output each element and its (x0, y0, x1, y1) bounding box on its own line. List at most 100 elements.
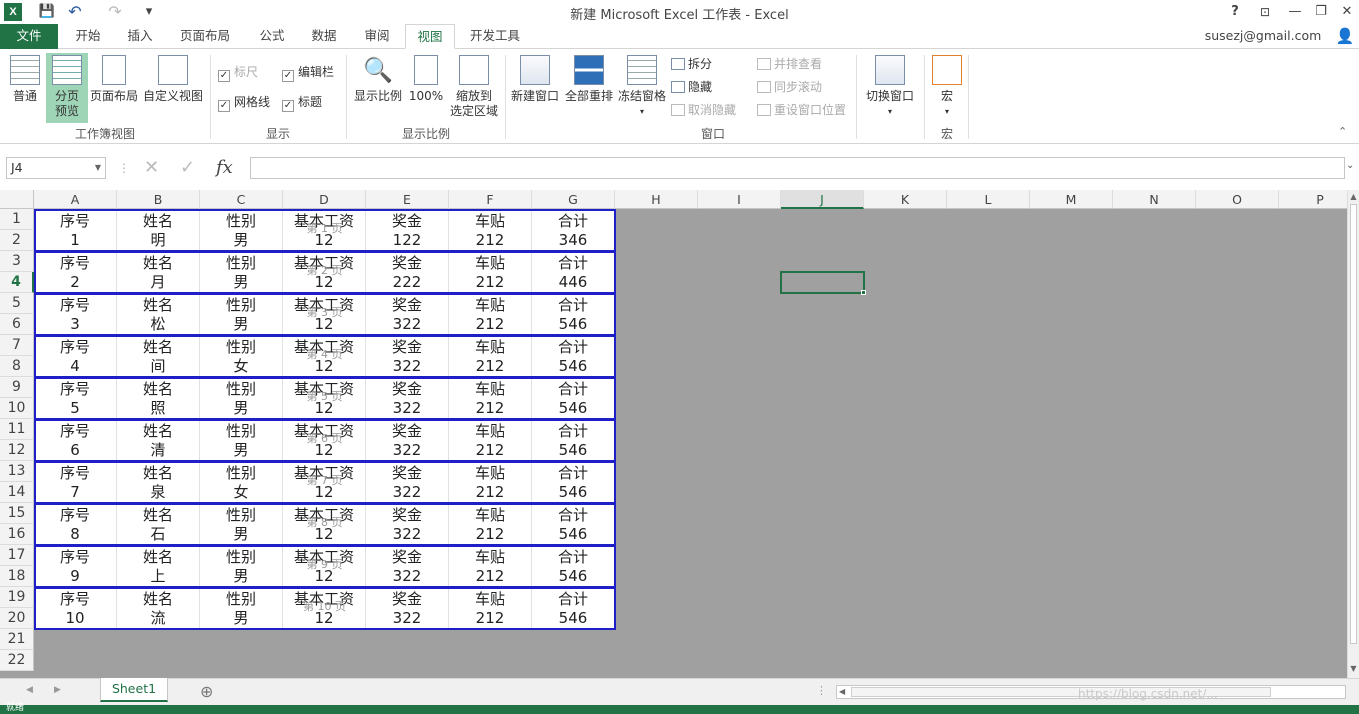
zoom-button[interactable]: 🔍 显示比例 (352, 55, 404, 121)
table-header-cell[interactable]: 合计 (532, 503, 615, 524)
tab-file[interactable]: 文件 (0, 24, 58, 49)
table-data-cell[interactable]: 546 (532, 482, 615, 503)
table-header-cell[interactable]: 姓名 (117, 503, 200, 524)
restore-button[interactable]: ❐ (1312, 3, 1330, 21)
table-data-cell[interactable]: 男 (200, 566, 283, 587)
prev-sheet-icon[interactable]: ◀ (26, 685, 33, 695)
table-data-cell[interactable]: 322 (366, 566, 449, 587)
table-header-cell[interactable]: 姓名 (117, 461, 200, 482)
normal-view-button[interactable]: 普通 (4, 55, 46, 121)
table-header-cell[interactable]: 合计 (532, 293, 615, 314)
table-header-cell[interactable]: 车贴 (449, 251, 532, 272)
ruler-checkbox[interactable]: ✓ 标尺 (218, 63, 258, 82)
table-data-cell[interactable]: 212 (449, 314, 532, 335)
table-data-cell[interactable]: 男 (200, 398, 283, 419)
table-data-cell[interactable]: 照 (117, 398, 200, 419)
worksheet-grid[interactable]: A B C D E F G H I J K L M N O P 1 2 3 4 5 6 7 8 9 10 11 12 13 14 15 16 1… (0, 190, 1347, 678)
table-header-cell[interactable]: 车贴 (449, 209, 532, 230)
custom-views-button[interactable]: 自定义视图 (142, 55, 204, 121)
table-data-cell[interactable]: 12 (283, 608, 366, 629)
formula-bar-checkbox[interactable]: ✓ 编辑栏 (282, 63, 334, 82)
table-data-cell[interactable]: 446 (532, 272, 615, 293)
row-header-18[interactable]: 18 (0, 566, 34, 587)
column-header-f[interactable]: F (449, 190, 532, 209)
table-header-cell[interactable]: 序号 (34, 251, 117, 272)
tab-insert[interactable]: 插入 (118, 24, 162, 49)
table-header-cell[interactable]: 车贴 (449, 587, 532, 608)
table-header-cell[interactable]: 奖金 (366, 587, 449, 608)
row-header-5[interactable]: 5 (0, 293, 34, 314)
table-header-cell[interactable]: 车贴 (449, 293, 532, 314)
column-header-c[interactable]: C (200, 190, 283, 209)
split-button[interactable]: 拆分 (671, 53, 712, 75)
table-data-cell[interactable]: 3 (34, 314, 117, 335)
table-header-cell[interactable]: 姓名 (117, 335, 200, 356)
table-header-cell[interactable]: 车贴 (449, 545, 532, 566)
column-header-j[interactable]: J (781, 190, 864, 209)
zoom-to-selection-button[interactable]: 缩放到 选定区域 (448, 55, 500, 123)
table-data-cell[interactable]: 546 (532, 398, 615, 419)
table-data-cell[interactable]: 明 (117, 230, 200, 251)
table-header-cell[interactable]: 奖金 (366, 503, 449, 524)
page-layout-view-button[interactable]: 页面布局 (88, 55, 140, 121)
macros-button[interactable]: 宏 ▾ (928, 55, 966, 127)
table-header-cell[interactable]: 基本工资 (283, 419, 366, 440)
enter-icon[interactable]: ✓ (180, 157, 195, 179)
column-header-h[interactable]: H (615, 190, 698, 209)
table-header-cell[interactable]: 车贴 (449, 419, 532, 440)
table-header-cell[interactable]: 奖金 (366, 377, 449, 398)
table-data-cell[interactable]: 1 (34, 230, 117, 251)
table-header-cell[interactable]: 性别 (200, 461, 283, 482)
table-data-cell[interactable]: 12 (283, 314, 366, 335)
table-data-cell[interactable]: 松 (117, 314, 200, 335)
table-data-cell[interactable]: 346 (532, 230, 615, 251)
table-data-cell[interactable]: 男 (200, 524, 283, 545)
name-box-dropdown-icon[interactable]: ▼ (95, 158, 101, 178)
row-header-6[interactable]: 6 (0, 314, 34, 335)
collapse-ribbon-icon[interactable]: ⌃ (1338, 125, 1347, 138)
table-header-cell[interactable]: 奖金 (366, 251, 449, 272)
table-header-cell[interactable]: 奖金 (366, 545, 449, 566)
table-data-cell[interactable]: 泉 (117, 482, 200, 503)
table-header-cell[interactable]: 基本工资 (283, 335, 366, 356)
tab-home[interactable]: 开始 (66, 24, 110, 49)
fill-handle[interactable] (861, 290, 866, 295)
table-header-cell[interactable]: 性别 (200, 251, 283, 272)
table-header-cell[interactable]: 奖金 (366, 293, 449, 314)
switch-windows-button[interactable]: 切换窗口 ▾ (862, 55, 918, 127)
reset-position-button[interactable]: 重设窗口位置 (757, 99, 846, 121)
table-header-cell[interactable]: 性别 (200, 587, 283, 608)
tab-split-grip[interactable]: ⋮ (816, 684, 827, 697)
account-avatar[interactable]: 👤 (1334, 24, 1356, 49)
table-data-cell[interactable]: 212 (449, 482, 532, 503)
row-header-1[interactable]: 1 (0, 209, 34, 230)
scroll-up-arrow[interactable]: ▲ (1348, 192, 1359, 201)
scroll-thumb[interactable] (1350, 204, 1357, 644)
table-header-cell[interactable]: 序号 (34, 545, 117, 566)
table-data-cell[interactable]: 7 (34, 482, 117, 503)
table-data-cell[interactable]: 212 (449, 566, 532, 587)
column-header-g[interactable]: G (532, 190, 615, 209)
table-header-cell[interactable]: 合计 (532, 335, 615, 356)
table-header-cell[interactable]: 基本工资 (283, 545, 366, 566)
table-data-cell[interactable]: 4 (34, 356, 117, 377)
column-header-e[interactable]: E (366, 190, 449, 209)
table-data-cell[interactable]: 6 (34, 440, 117, 461)
row-header-2[interactable]: 2 (0, 230, 34, 251)
table-header-cell[interactable]: 合计 (532, 209, 615, 230)
row-header-21[interactable]: 21 (0, 629, 34, 650)
table-data-cell[interactable]: 12 (283, 272, 366, 293)
table-data-cell[interactable]: 212 (449, 524, 532, 545)
table-header-cell[interactable]: 姓名 (117, 251, 200, 272)
row-header-7[interactable]: 7 (0, 335, 34, 356)
column-header-n[interactable]: N (1113, 190, 1196, 209)
hscroll-left-arrow[interactable]: ◀ (839, 686, 845, 698)
gridlines-checkbox[interactable]: ✓ 网格线 (218, 93, 270, 112)
column-header-l[interactable]: L (947, 190, 1030, 209)
table-data-cell[interactable]: 212 (449, 608, 532, 629)
active-cell-j4[interactable] (780, 271, 865, 294)
table-header-cell[interactable]: 姓名 (117, 209, 200, 230)
table-data-cell[interactable]: 12 (283, 524, 366, 545)
table-header-cell[interactable]: 姓名 (117, 377, 200, 398)
table-header-cell[interactable]: 基本工资 (283, 377, 366, 398)
